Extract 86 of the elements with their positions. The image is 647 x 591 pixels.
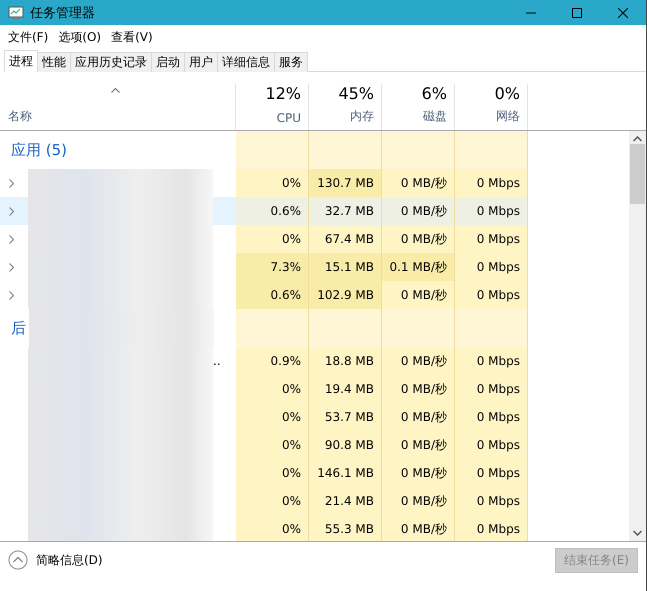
table-cell: 0 Mbps (455, 347, 528, 375)
tab[interactable]: 用户 (184, 52, 218, 72)
menu-item[interactable]: 查看(V) (107, 28, 157, 46)
fewer-details-button[interactable]: 简略信息(D) (8, 550, 103, 570)
table-cell: 0 MB/秒 (382, 375, 455, 403)
table-cell: 0 MB/秒 (382, 281, 455, 309)
table-cell: 0.1 MB/秒 (382, 253, 455, 281)
table-cell: 55.3 MB (309, 515, 382, 541)
table-cell: 0 Mbps (455, 281, 528, 309)
app-icon (8, 6, 24, 20)
process-name: .. (213, 354, 221, 368)
menu-item[interactable]: 选项(O) (54, 28, 106, 46)
scrollbar-thumb[interactable] (630, 144, 645, 204)
table-cell: 0 Mbps (455, 431, 528, 459)
group-title: 应用 (5) (11, 140, 68, 160)
column-usage: 0% (494, 84, 520, 103)
maximize-icon (572, 8, 582, 18)
table-cell: 0% (236, 403, 309, 431)
table-cell: 0% (236, 515, 309, 541)
column-usage: 6% (422, 84, 447, 103)
table-cell: 0 Mbps (455, 375, 528, 403)
column-header[interactable]: 名称 (8, 108, 32, 125)
column-header[interactable]: 网络 (496, 108, 520, 125)
table-cell: 90.8 MB (309, 431, 382, 459)
scrollbar[interactable] (629, 131, 646, 541)
table-cell: 15.1 MB (309, 253, 382, 281)
table-cell: 130.7 MB (309, 169, 382, 197)
group-title: 后 (11, 318, 26, 338)
table-cell: 0 Mbps (455, 169, 528, 197)
table-cell: 0 MB/秒 (382, 459, 455, 487)
table-cell: 19.4 MB (309, 375, 382, 403)
table-cell: 0 MB/秒 (382, 169, 455, 197)
table-cell: 53.7 MB (309, 403, 382, 431)
table-cell: 0 MB/秒 (382, 487, 455, 515)
chevron-icon[interactable] (9, 262, 14, 272)
column-usage: 45% (338, 84, 374, 103)
chevron-icon[interactable] (9, 206, 14, 216)
table-cell: 0 Mbps (455, 225, 528, 253)
table-cell: 7.3% (236, 253, 309, 281)
column-header[interactable]: CPU (276, 111, 301, 125)
table-cell: 21.4 MB (309, 487, 382, 515)
chevron-icon[interactable] (9, 178, 14, 188)
table-cell: 0 Mbps (455, 253, 528, 281)
close-icon (618, 8, 628, 18)
table-cell: 0 Mbps (455, 197, 528, 225)
column-header[interactable]: 磁盘 (423, 108, 447, 125)
tab[interactable]: 服务 (274, 52, 308, 72)
table-cell: 0% (236, 169, 309, 197)
table-cell: 0.6% (236, 281, 309, 309)
table-cell: 0.6% (236, 197, 309, 225)
menu-item[interactable]: 文件(F) (4, 28, 52, 46)
tab[interactable]: 性能 (37, 52, 71, 72)
table-cell: 67.4 MB (309, 225, 382, 253)
table-cell: 0 Mbps (455, 487, 528, 515)
column-usage: 12% (265, 84, 301, 103)
tab[interactable]: 进程 (4, 50, 38, 72)
table-cell: 146.1 MB (309, 459, 382, 487)
tab[interactable]: 应用历史记录 (70, 52, 152, 72)
table-cell: 0 MB/秒 (382, 225, 455, 253)
table-cell: 0% (236, 225, 309, 253)
table-cell: 0 MB/秒 (382, 347, 455, 375)
chevron-icon[interactable] (9, 234, 14, 244)
table-cell: 0 MB/秒 (382, 431, 455, 459)
table-cell: 0% (236, 459, 309, 487)
column-header[interactable]: 内存 (350, 108, 374, 125)
collapse-icon (8, 550, 28, 570)
table-cell: 0 Mbps (455, 459, 528, 487)
table-cell: 0 Mbps (455, 515, 528, 541)
table-cell: 0 MB/秒 (382, 403, 455, 431)
window-title: 任务管理器 (30, 4, 96, 22)
table-cell: 102.9 MB (309, 281, 382, 309)
table-cell: 0% (236, 431, 309, 459)
table-cell: 0 MB/秒 (382, 515, 455, 541)
scroll-up-icon[interactable] (633, 136, 642, 142)
scroll-down-icon[interactable] (633, 530, 642, 536)
table-cell: 0 MB/秒 (382, 197, 455, 225)
tab[interactable]: 启动 (151, 52, 185, 72)
chevron-icon[interactable] (9, 290, 14, 300)
tab[interactable]: 详细信息 (217, 52, 275, 72)
table-cell: 18.8 MB (309, 347, 382, 375)
table-cell: 0% (236, 487, 309, 515)
table-cell: 0 Mbps (455, 403, 528, 431)
table-cell: 0% (236, 375, 309, 403)
table-cell: 32.7 MB (309, 197, 382, 225)
sort-caret-icon (111, 88, 120, 93)
table-cell: 0.9% (236, 347, 309, 375)
